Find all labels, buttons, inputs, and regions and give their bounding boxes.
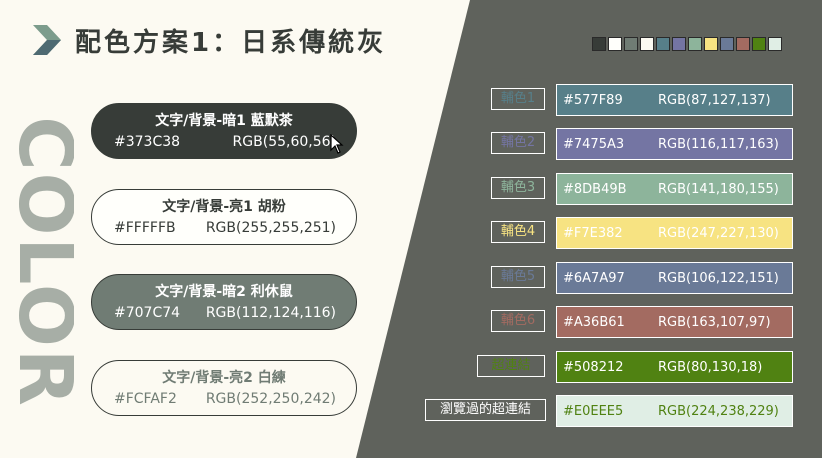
chevron-logo-icon (33, 25, 61, 55)
palette-swatch (624, 37, 638, 51)
accent-color-hex: #A36B61 (563, 315, 625, 330)
accent-color-swatch: #E0EEE5 RGB(224,238,229) (556, 395, 793, 427)
accent-color-swatch: #7475A3 RGB(116,117,163) (556, 128, 793, 160)
accent-color-label: 輔色4 (491, 221, 545, 243)
palette-swatch (640, 37, 654, 51)
accent-color-swatch: #8DB49B RGB(141,180,155) (556, 173, 793, 205)
accent-color-rgb: RGB(87,127,137) (658, 93, 771, 108)
palette-swatch-strip (592, 37, 784, 52)
accent-color-hex: #508212 (563, 360, 624, 375)
palette-swatch (704, 37, 718, 51)
color-scheme-slide: 配色方案1：日系傳統灰 COLOR 文字/背景-暗1 藍默茶 #373C38 RGB… (0, 0, 822, 458)
accent-color-label: 瀏覽過的超連結 (425, 399, 546, 421)
accent-color-row: 輔色1 #577F89 RGB(87,127,137) (0, 84, 822, 116)
accent-color-row: 輔色3 #8DB49B RGB(141,180,155) (0, 173, 822, 205)
palette-swatch (592, 37, 606, 51)
accent-color-rgb: RGB(224,238,229) (658, 404, 779, 419)
accent-color-swatch: #508212 RGB(80,130,18) (556, 351, 793, 383)
accent-color-label: 超連結 (477, 355, 545, 377)
accent-color-row: 輔色2 #7475A3 RGB(116,117,163) (0, 128, 822, 160)
accent-color-hex: #F7E382 (563, 226, 623, 241)
accent-color-rgb: RGB(80,130,18) (658, 360, 763, 375)
accent-color-hex: #577F89 (563, 93, 623, 108)
accent-color-label: 輔色3 (491, 177, 545, 199)
palette-swatch (752, 37, 766, 51)
accent-color-row: 輔色5 #6A7A97 RGB(106,122,151) (0, 262, 822, 294)
accent-color-label: 輔色6 (491, 310, 545, 332)
palette-swatch (672, 37, 686, 51)
accent-color-label: 輔色1 (491, 88, 545, 110)
accent-color-hex: #8DB49B (563, 182, 627, 197)
accent-color-label: 輔色5 (491, 266, 545, 288)
accent-color-rgb: RGB(116,117,163) (658, 137, 779, 152)
accent-color-rgb: RGB(141,180,155) (658, 182, 779, 197)
accent-color-rgb: RGB(247,227,130) (658, 226, 779, 241)
accent-color-row: 輔色6 #A36B61 RGB(163,107,97) (0, 306, 822, 338)
palette-swatch (720, 37, 734, 51)
palette-swatch (768, 37, 782, 51)
accent-color-swatch: #577F89 RGB(87,127,137) (556, 84, 793, 116)
palette-swatch (688, 37, 702, 51)
palette-swatch (736, 37, 750, 51)
page-title: 配色方案1：日系傳統灰 (75, 28, 387, 58)
accent-color-hex: #6A7A97 (563, 271, 625, 286)
accent-color-swatch: #A36B61 RGB(163,107,97) (556, 306, 793, 338)
palette-swatch (656, 37, 670, 51)
accent-color-rgb: RGB(106,122,151) (658, 271, 779, 286)
accent-color-label: 輔色2 (491, 132, 545, 154)
accent-color-swatch: #F7E382 RGB(247,227,130) (556, 217, 793, 249)
accent-color-row: 超連結 #508212 RGB(80,130,18) (0, 351, 822, 383)
palette-swatch (608, 37, 622, 51)
accent-color-row: 瀏覽過的超連結 #E0EEE5 RGB(224,238,229) (0, 395, 822, 427)
accent-color-row: 輔色4 #F7E382 RGB(247,227,130) (0, 217, 822, 249)
accent-color-rgb: RGB(163,107,97) (658, 315, 771, 330)
accent-color-hex: #7475A3 (563, 137, 625, 152)
mouse-pointer-icon (330, 134, 344, 154)
accent-color-hex: #E0EEE5 (563, 404, 624, 419)
accent-color-swatch: #6A7A97 RGB(106,122,151) (556, 262, 793, 294)
